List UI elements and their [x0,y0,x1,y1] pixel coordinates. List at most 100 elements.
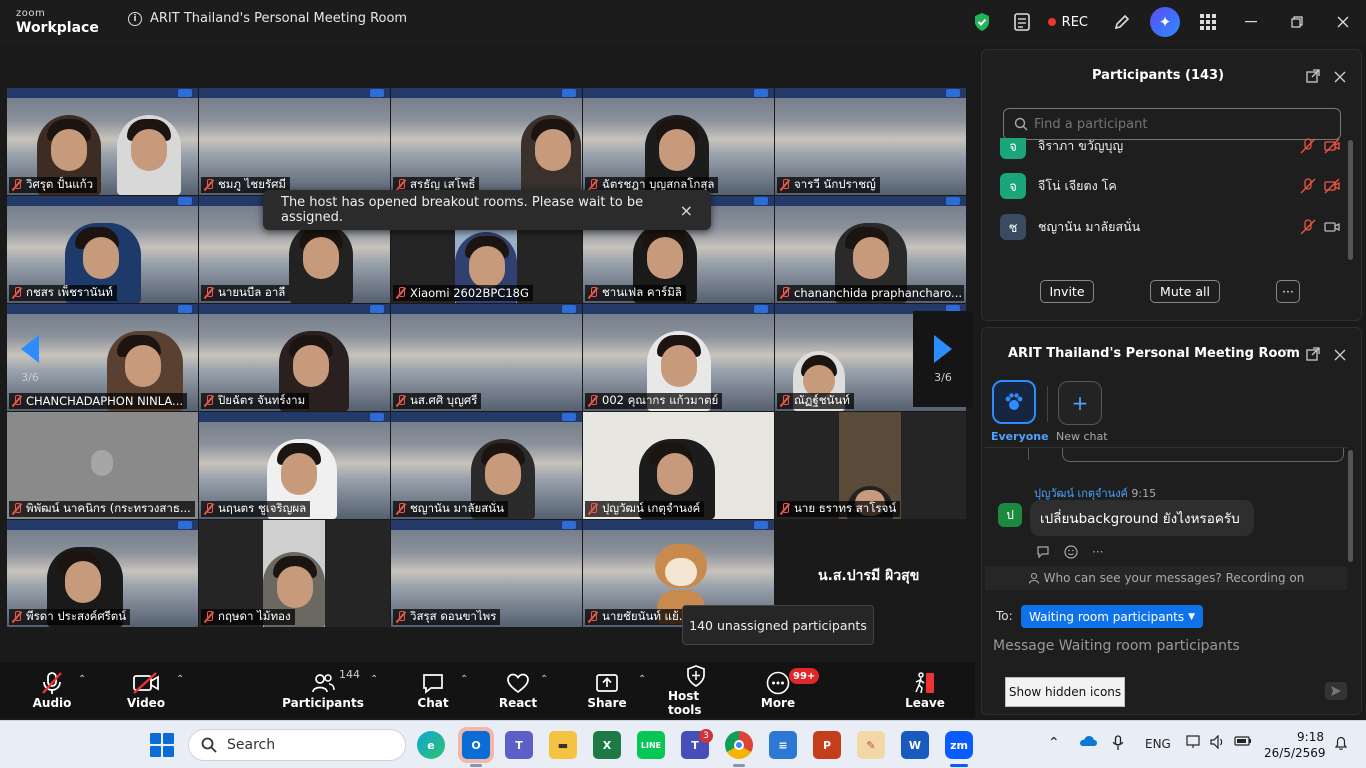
onedrive-cloud-icon[interactable] [1078,735,1098,750]
input-language[interactable]: ENG [1145,737,1171,751]
video-tile[interactable]: กฤษดา ไม้ทอง [199,520,390,627]
mic-muted-icon[interactable] [1300,178,1316,194]
zoom-taskbar-icon[interactable]: zm [945,731,973,759]
video-tile[interactable]: ฉัตรชฎา บุญสกลโกสุล [583,88,774,195]
apps-grid-icon[interactable] [1193,7,1223,37]
info-icon[interactable]: i [128,11,142,26]
video-tile[interactable]: chananchida praphancharo... [775,196,966,303]
notepad-icon[interactable]: ≡ [769,731,797,759]
search-input[interactable] [1034,116,1334,132]
participant-search[interactable] [1003,108,1341,140]
chat-close-icon[interactable] [1334,346,1346,365]
video-off-icon[interactable] [1324,178,1340,194]
mic-muted-icon[interactable] [1300,219,1316,235]
pop-out-icon[interactable] [1306,68,1320,87]
recipient-selector[interactable]: Waiting room participants ▼ [1021,605,1204,628]
video-tile[interactable]: ชญานัน มาลัยสนั่น [391,412,582,519]
video-tile[interactable]: ชมภู ไชยรัศมี [199,88,390,195]
word-icon[interactable]: W [901,731,929,759]
video-tile[interactable]: กชสร เพ็ชรานันท์ [7,196,198,303]
video-tile[interactable]: นฤนตร ชูเจริญผล [199,412,390,519]
restore-button[interactable] [1274,0,1320,44]
new-chat-button[interactable]: + [1058,381,1102,425]
edge-browser-icon[interactable]: e [417,731,445,759]
emoji-react-icon[interactable] [1064,545,1078,559]
participant-row[interactable]: จ จีโน่ เจียตง โค [1000,166,1340,206]
file-explorer-icon[interactable]: ▬ [549,731,577,759]
ai-companion-sparkle-icon[interactable]: ✦ [1150,7,1180,37]
react-options-chevron-icon[interactable]: ⌃ [540,674,548,685]
chat-button[interactable]: Chat [414,662,452,718]
participants-options-chevron-icon[interactable]: ⌃ [370,674,378,685]
notification-bell-icon[interactable] [1334,735,1348,754]
react-button[interactable]: React [498,662,538,718]
close-panel-icon[interactable] [1334,68,1346,87]
audio-options-chevron-icon[interactable]: ⌃ [78,674,86,685]
security-shield-icon[interactable] [967,7,997,37]
line-app-icon[interactable]: LINE [637,731,665,759]
toast-close-icon[interactable]: × [680,201,693,220]
leave-button[interactable]: Leave [905,662,945,718]
notes-icon[interactable] [1007,7,1037,37]
video-tile[interactable]: พีรดา ประสงค์ศรีตน์ [7,520,198,627]
video-tile[interactable]: นาย ธราทร สาโรจน์ [775,412,966,519]
video-tile[interactable]: ปุญวัฒน์ เกตุจำนงค์ [583,412,774,519]
outlook-icon[interactable]: O [462,731,490,759]
close-window-button[interactable] [1320,0,1366,44]
battery-icon[interactable] [1234,735,1252,750]
minimize-button[interactable] [1228,0,1274,44]
participant-row[interactable]: จ จิราภา ขวัญบุญ [1000,138,1340,166]
audio-button[interactable]: Audio [30,662,74,718]
video-tile[interactable]: พิพัฒน์ นาคนิกร (กระทรวงสาธ... [7,412,198,519]
chat-more-icon[interactable]: ··· [1280,344,1292,359]
participant-row[interactable]: ช ชญานัน มาลัยสนั่น [1000,207,1340,247]
sender-name[interactable]: ปุญวัฒน์ เกตุจำนงค์ [1034,487,1128,500]
more-button[interactable]: More [761,662,795,718]
video-tile[interactable]: วิศรุต ปั้นแก้ว [7,88,198,195]
recording-visibility-notice[interactable]: Who can see your messages? Recording on [985,566,1347,590]
host-tools-button[interactable]: Host tools [668,662,724,718]
message-more-icon[interactable]: ··· [1092,545,1103,559]
video-tile[interactable]: ปิยฉัตร จันทร์งาม [199,304,390,411]
mute-all-button[interactable]: Mute all [1150,280,1220,303]
meeting-info[interactable]: i ARIT Thailand's Personal Meeting Room [128,11,407,26]
gallery-prev-page-button[interactable]: 3/6 [0,311,60,407]
windows-start-icon[interactable] [150,733,174,757]
chat-message-input[interactable] [993,636,1333,656]
system-clock[interactable]: 9:18 26/5/2569 [1264,729,1326,761]
chat-options-chevron-icon[interactable]: ⌃ [460,674,468,685]
video-off-icon[interactable] [1324,138,1340,154]
share-button[interactable]: Share [587,662,627,718]
video-on-icon[interactable] [1324,219,1340,235]
video-tile[interactable]: จารวี นักปราชญ์ [775,88,966,195]
chat-scrollbar[interactable] [1348,450,1353,562]
gallery-next-page-button[interactable]: 3/6 [913,311,973,407]
chat-pop-out-icon[interactable] [1306,346,1320,365]
windows-search-box[interactable]: Search [188,729,406,761]
video-tile[interactable]: 002 คุณากร แก้วมาตย์ [583,304,774,411]
video-options-chevron-icon[interactable]: ⌃ [176,674,184,685]
paint-icon[interactable]: ✎ [857,731,885,759]
video-tile[interactable]: สรธัญ เสโพธิ์ [391,88,582,195]
mic-muted-icon[interactable] [1300,138,1316,154]
teams-icon[interactable]: T [505,731,533,759]
video-tile[interactable]: วิสรุส ดอนขาไพร [391,520,582,627]
everyone-chat-tab[interactable] [992,380,1036,424]
network-icon[interactable] [1186,735,1202,752]
microphone-tray-icon[interactable] [1112,735,1124,754]
recording-indicator[interactable]: REC [1047,15,1088,30]
annotate-pencil-icon[interactable] [1107,7,1137,37]
excel-icon[interactable]: X [593,731,621,759]
share-options-chevron-icon[interactable]: ⌃ [638,674,646,685]
reply-icon[interactable] [1036,545,1050,559]
chat-message-bubble[interactable]: เปลี่ยนbackground ยังไงหรอครับ [1030,500,1254,536]
video-button[interactable]: Video [124,662,168,718]
send-button[interactable] [1325,682,1347,700]
invite-button[interactable]: Invite [1040,280,1094,303]
participants-more-button[interactable]: ··· [1276,280,1300,303]
participant-list-scrollbar[interactable] [1348,140,1353,260]
video-tile[interactable]: นส.ศศิ บุญศรี [391,304,582,411]
chrome-icon[interactable] [725,731,753,759]
show-hidden-icons-chevron-icon[interactable]: ⌃ [1048,735,1060,751]
powerpoint-icon[interactable]: P [813,731,841,759]
